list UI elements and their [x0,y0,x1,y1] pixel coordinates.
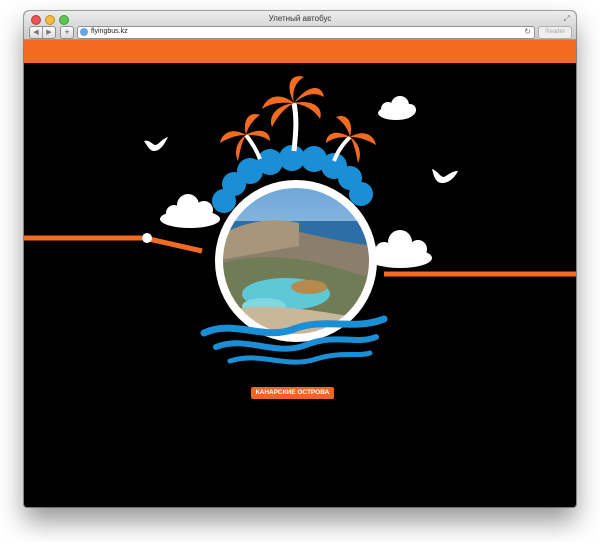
browser-window: Улетный автобус ⤢ ◀ ▶ + flyingbus.kz ↻ R… [24,11,576,507]
palm-tree-center [262,76,324,152]
island-illustration [24,76,576,365]
cloud-left [160,194,220,228]
bird-right-icon [432,169,458,183]
cloud-top-right [378,96,416,120]
bird-left-icon [144,137,168,151]
orange-line-left [24,233,203,254]
cloud-right [368,230,432,268]
destination-badge[interactable]: КАНАРСКИЕ ОСТРОВА [251,387,334,399]
